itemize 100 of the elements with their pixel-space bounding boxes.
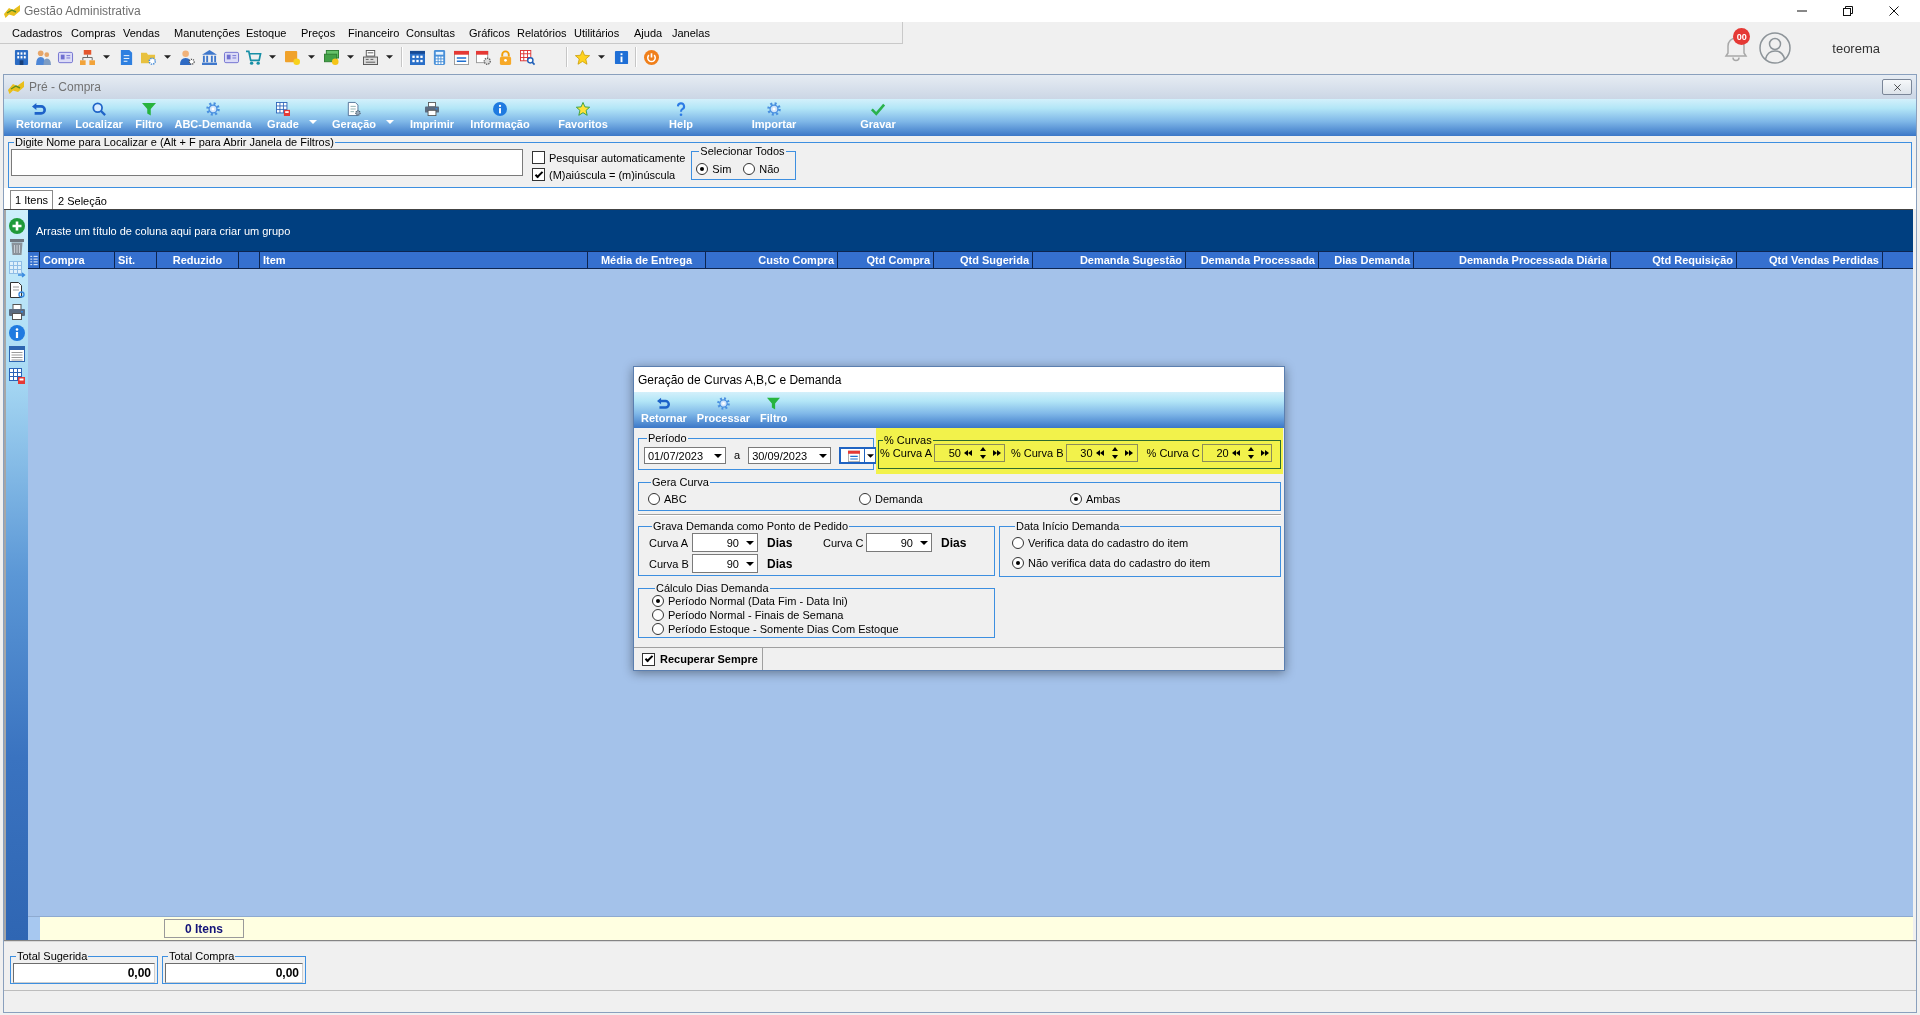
cash-register-icon[interactable] xyxy=(362,49,378,65)
column-header[interactable]: Qtd Sugerida xyxy=(934,252,1033,268)
menu-item[interactable]: Utilitários xyxy=(571,26,631,39)
caret-icon[interactable] xyxy=(269,55,276,59)
double-right-arrow-icon[interactable] xyxy=(1260,449,1269,456)
calendar-button[interactable] xyxy=(839,447,878,464)
column-header[interactable]: Qtd Vendas Perdidas xyxy=(1737,252,1883,268)
caret-icon[interactable] xyxy=(347,55,354,59)
combo-field[interactable]: 90 xyxy=(866,533,932,552)
bank-icon[interactable] xyxy=(201,49,217,65)
spin-field[interactable]: 20 xyxy=(1201,443,1272,462)
spin-field[interactable]: 50 xyxy=(933,443,1005,462)
caret-icon[interactable] xyxy=(598,55,605,59)
menu-item[interactable]: Financeiro xyxy=(345,26,403,39)
menu-item[interactable]: Vendas xyxy=(120,26,171,39)
double-right-arrow-icon[interactable] xyxy=(992,449,1001,456)
calendar-icon[interactable] xyxy=(453,49,469,65)
toolbar-button[interactable]: Filtro xyxy=(758,392,790,428)
close-button[interactable] xyxy=(1882,79,1912,95)
star-icon[interactable] xyxy=(574,49,590,65)
toolbar-button[interactable]: Retornar xyxy=(14,99,64,131)
checkbox[interactable] xyxy=(532,151,545,164)
menu-item[interactable]: Gráficos xyxy=(466,26,514,39)
double-left-arrow-icon[interactable] xyxy=(1231,449,1240,456)
column-header[interactable]: Dias Demanda xyxy=(1319,252,1414,268)
double-left-arrow-icon[interactable] xyxy=(1095,449,1104,456)
column-header[interactable]: Custo Compra xyxy=(706,252,838,268)
id-card-icon[interactable] xyxy=(223,49,239,65)
money-icon[interactable] xyxy=(323,49,339,65)
calculator-icon[interactable] xyxy=(431,49,447,65)
column-header[interactable]: Qtd Compra xyxy=(838,252,934,268)
combo-field[interactable]: 90 xyxy=(692,533,758,552)
printer-icon[interactable] xyxy=(9,303,25,320)
spin-field[interactable]: 30 xyxy=(1065,443,1138,462)
menu-item[interactable]: Compras xyxy=(68,26,120,39)
double-right-arrow-icon[interactable] xyxy=(1124,449,1133,456)
document-icon[interactable] xyxy=(9,282,25,299)
search-field[interactable] xyxy=(11,149,523,176)
restore-icon[interactable] xyxy=(1843,6,1853,16)
menu-item[interactable]: Janelas xyxy=(669,26,709,39)
up-down-arrows-icon[interactable] xyxy=(1247,446,1254,459)
up-down-arrows-icon[interactable] xyxy=(1111,446,1118,459)
close-icon[interactable] xyxy=(1889,6,1899,16)
menu-item[interactable]: Relatórios xyxy=(514,26,571,39)
power-icon[interactable] xyxy=(643,49,659,65)
user-avatar-icon[interactable] xyxy=(1759,32,1792,64)
tab[interactable]: 1 Itens xyxy=(10,190,54,209)
caret-icon[interactable] xyxy=(745,540,754,545)
double-left-arrow-icon[interactable] xyxy=(963,449,972,456)
person-gear-icon[interactable] xyxy=(179,49,195,65)
menu-item[interactable]: Consultas xyxy=(403,26,466,39)
radio-button[interactable] xyxy=(696,162,709,175)
toolbar-button[interactable]: Informação xyxy=(468,99,532,131)
toolbar-button[interactable]: Filtro xyxy=(133,99,165,131)
column-header[interactable]: Compra xyxy=(40,252,115,268)
column-header[interactable]: Demanda Sugestão xyxy=(1033,252,1186,268)
checkbox[interactable] xyxy=(532,168,545,181)
toolbar-button[interactable]: Imprimir xyxy=(408,99,456,131)
caret-icon[interactable] xyxy=(386,55,393,59)
total-field[interactable]: 0,00 xyxy=(13,963,155,983)
calendar-icon[interactable] xyxy=(409,49,425,65)
org-chart-icon[interactable] xyxy=(79,49,95,65)
radio-button[interactable] xyxy=(652,623,664,635)
caret-icon[interactable] xyxy=(919,540,928,545)
column-header[interactable]: Média de Entrega xyxy=(588,252,706,268)
toolbar-button[interactable]: Processar xyxy=(694,392,753,428)
radio-button[interactable] xyxy=(1012,557,1024,569)
caret-icon[interactable] xyxy=(818,453,827,458)
toolbar-button[interactable]: Geração xyxy=(330,99,378,131)
caret-icon[interactable] xyxy=(745,561,754,566)
trash-icon[interactable] xyxy=(9,239,25,256)
radio-button[interactable] xyxy=(743,162,756,175)
column-header[interactable]: Item xyxy=(260,252,588,268)
checkbox[interactable] xyxy=(642,652,655,666)
radio-button[interactable] xyxy=(859,493,871,505)
column-header[interactable]: Qtd Requisição xyxy=(1611,252,1737,268)
caret-icon[interactable] xyxy=(308,55,315,59)
column-header[interactable]: Demanda Processada Diária xyxy=(1414,252,1611,268)
total-field[interactable]: 0,00 xyxy=(165,963,303,983)
info-icon[interactable] xyxy=(613,49,629,65)
up-down-arrows-icon[interactable] xyxy=(979,446,986,459)
toolbar-button[interactable]: Localizar xyxy=(73,99,125,131)
column-chooser[interactable] xyxy=(28,252,40,268)
menu-item[interactable]: Preços xyxy=(298,26,345,39)
radio-button[interactable] xyxy=(652,595,664,607)
radio-button[interactable] xyxy=(1012,537,1024,549)
toolbar-button[interactable]: Help xyxy=(667,99,695,131)
people-icon[interactable] xyxy=(35,49,51,65)
toolbar-button[interactable]: Grade xyxy=(265,99,301,131)
radio-button[interactable] xyxy=(1070,493,1082,505)
caret-icon[interactable] xyxy=(103,55,110,59)
menu-item[interactable]: Ajuda xyxy=(631,26,669,39)
add-icon[interactable] xyxy=(9,218,25,234)
cart-icon[interactable] xyxy=(245,49,261,65)
toolbar-button[interactable]: ABC-Demanda xyxy=(172,99,254,131)
radio-button[interactable] xyxy=(652,609,664,621)
building-icon[interactable] xyxy=(13,49,29,65)
menu-item[interactable]: Cadastros xyxy=(9,26,68,39)
toolbar-button[interactable]: Gravar xyxy=(858,99,898,131)
date-field[interactable]: 01/07/2023 xyxy=(644,447,726,464)
